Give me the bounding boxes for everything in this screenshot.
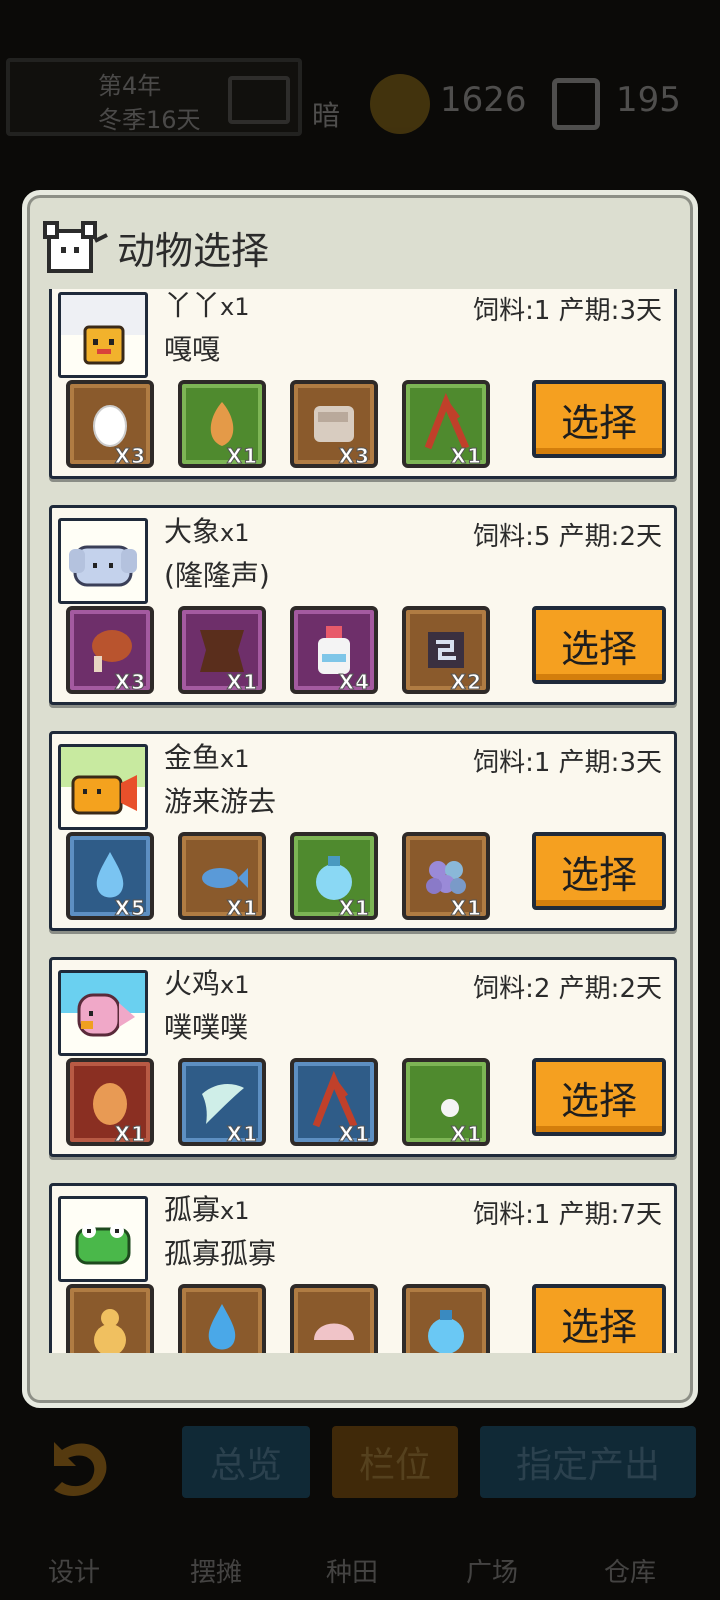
frog-icon	[75, 1224, 131, 1265]
select-button[interactable]: 选择	[532, 380, 666, 458]
gold-count: 1626	[440, 80, 527, 120]
produce-item[interactable]	[178, 1284, 266, 1353]
clock-icon	[228, 76, 290, 124]
select-button[interactable]: 选择	[532, 606, 666, 684]
shell-icon	[314, 1323, 354, 1340]
produce-item[interactable]: X1	[66, 1058, 154, 1147]
animal-portrait	[58, 744, 148, 830]
ticket-icon	[552, 78, 600, 130]
produce-item[interactable]: X1	[178, 606, 266, 695]
dialog-title: 动物选择	[117, 228, 270, 273]
produce-item[interactable]: X2	[402, 606, 490, 695]
nav-design[interactable]: 设计	[48, 1552, 100, 1589]
animal-name: 大象x1	[164, 515, 250, 548]
status-bar: 第4年 冬季16天 暗 1626 195	[4, 58, 720, 148]
nav-stall[interactable]: 摆摊	[190, 1552, 242, 1589]
produce-item[interactable]: X1	[178, 380, 266, 469]
animal-stats: 饲料:2 产期:2天	[473, 974, 662, 1004]
animal-stats: 饲料:1 产期:7天	[473, 1200, 662, 1230]
gourd-icon	[94, 1309, 126, 1353]
tab-assign-output[interactable]: 指定产出	[480, 1426, 696, 1498]
date-season-day: 冬季16天	[98, 106, 201, 134]
produce-item[interactable]: X1	[402, 832, 490, 921]
water-drop-icon	[208, 1304, 236, 1350]
produce-item[interactable]: X3	[66, 606, 154, 695]
cat-icon	[43, 221, 108, 273]
weather-label: 暗	[312, 99, 341, 132]
select-button[interactable]: 选择	[532, 832, 666, 910]
bottom-tab-bar: 总览 栏位 指定产出	[0, 1426, 720, 1502]
animal-sound: 嘎嘎	[164, 333, 221, 366]
animal-select-dialog: 动物选择 丫丫x1 嘎嘎 饲料:1 产期:3天 X3 X1 X3 X1 选择 大…	[22, 190, 698, 1408]
produce-item[interactable]: X1	[402, 1058, 490, 1147]
tab-slot[interactable]: 栏位	[332, 1426, 458, 1498]
select-button[interactable]: 选择	[532, 1058, 666, 1136]
produce-item[interactable]	[290, 1284, 378, 1353]
animal-name: 丫丫x1	[164, 289, 250, 322]
date-year: 第4年	[98, 72, 162, 100]
coin-icon	[370, 74, 430, 134]
animal-portrait	[58, 292, 148, 378]
animal-list[interactable]: 丫丫x1 嘎嘎 饲料:1 产期:3天 X3 X1 X3 X1 选择 大象x1 (…	[45, 289, 681, 1353]
animal-stats: 饲料:1 产期:3天	[473, 748, 662, 778]
animal-card: 丫丫x1 嘎嘎 饲料:1 产期:3天 X3 X1 X3 X1 选择	[49, 289, 677, 479]
animal-name: 孤寡x1	[164, 1193, 250, 1226]
produce-item[interactable]: X1	[290, 1058, 378, 1147]
produce-item[interactable]: X1	[178, 1058, 266, 1147]
animal-sound: (隆隆声)	[164, 559, 270, 592]
animal-sound: 孤寡孤寡	[164, 1237, 277, 1270]
animal-stats: 饲料:1 产期:3天	[473, 296, 662, 326]
tab-overview[interactable]: 总览	[182, 1426, 310, 1498]
produce-item[interactable]	[66, 1284, 154, 1353]
dialog-header: 动物选择	[41, 215, 269, 279]
animal-portrait	[58, 1196, 148, 1282]
produce-item[interactable]: X1	[290, 832, 378, 921]
animal-sound: 游来游去	[164, 785, 277, 818]
ticket-count: 195	[616, 80, 681, 120]
animal-card: 火鸡x1 噗噗噗 饲料:2 产期:2天 X1 X1 X1 X1 选择	[49, 957, 677, 1157]
animal-card: 孤寡x1 孤寡孤寡 饲料:1 产期:7天 选择	[49, 1183, 677, 1353]
animal-card: 大象x1 (隆隆声) 饲料:5 产期:2天 X3 X1 X4 X2 选择	[49, 505, 677, 705]
select-button[interactable]: 选择	[532, 1284, 666, 1353]
elephant-icon	[69, 545, 137, 587]
produce-item[interactable]: X1	[402, 380, 490, 469]
animal-stats: 饲料:5 产期:2天	[473, 522, 662, 552]
nav-farm[interactable]: 种田	[326, 1552, 378, 1589]
produce-item[interactable]	[402, 1284, 490, 1353]
animal-name: 金鱼x1	[164, 741, 250, 774]
bottom-nav: 设计 摆摊 种田 广场 仓库	[0, 1510, 720, 1600]
potion-icon	[428, 1310, 464, 1353]
goldfish-icon	[61, 747, 145, 815]
produce-item[interactable]: X5	[66, 832, 154, 921]
produce-item[interactable]: X4	[290, 606, 378, 695]
produce-item[interactable]: X3	[66, 380, 154, 469]
animal-sound: 噗噗噗	[164, 1011, 249, 1044]
animal-name: 火鸡x1	[164, 967, 250, 1000]
nav-plaza[interactable]: 广场	[466, 1552, 518, 1589]
duck-icon	[61, 295, 145, 365]
date-panel: 第4年 冬季16天	[6, 58, 302, 136]
produce-item[interactable]: X3	[290, 380, 378, 469]
nav-warehouse[interactable]: 仓库	[604, 1552, 656, 1589]
animal-portrait	[58, 970, 148, 1056]
turkey-icon	[61, 973, 145, 1037]
animal-portrait	[58, 518, 148, 604]
produce-item[interactable]: X1	[178, 832, 266, 921]
animal-card: 金鱼x1 游来游去 饲料:1 产期:3天 X5 X1 X1 X1 选择	[49, 731, 677, 931]
